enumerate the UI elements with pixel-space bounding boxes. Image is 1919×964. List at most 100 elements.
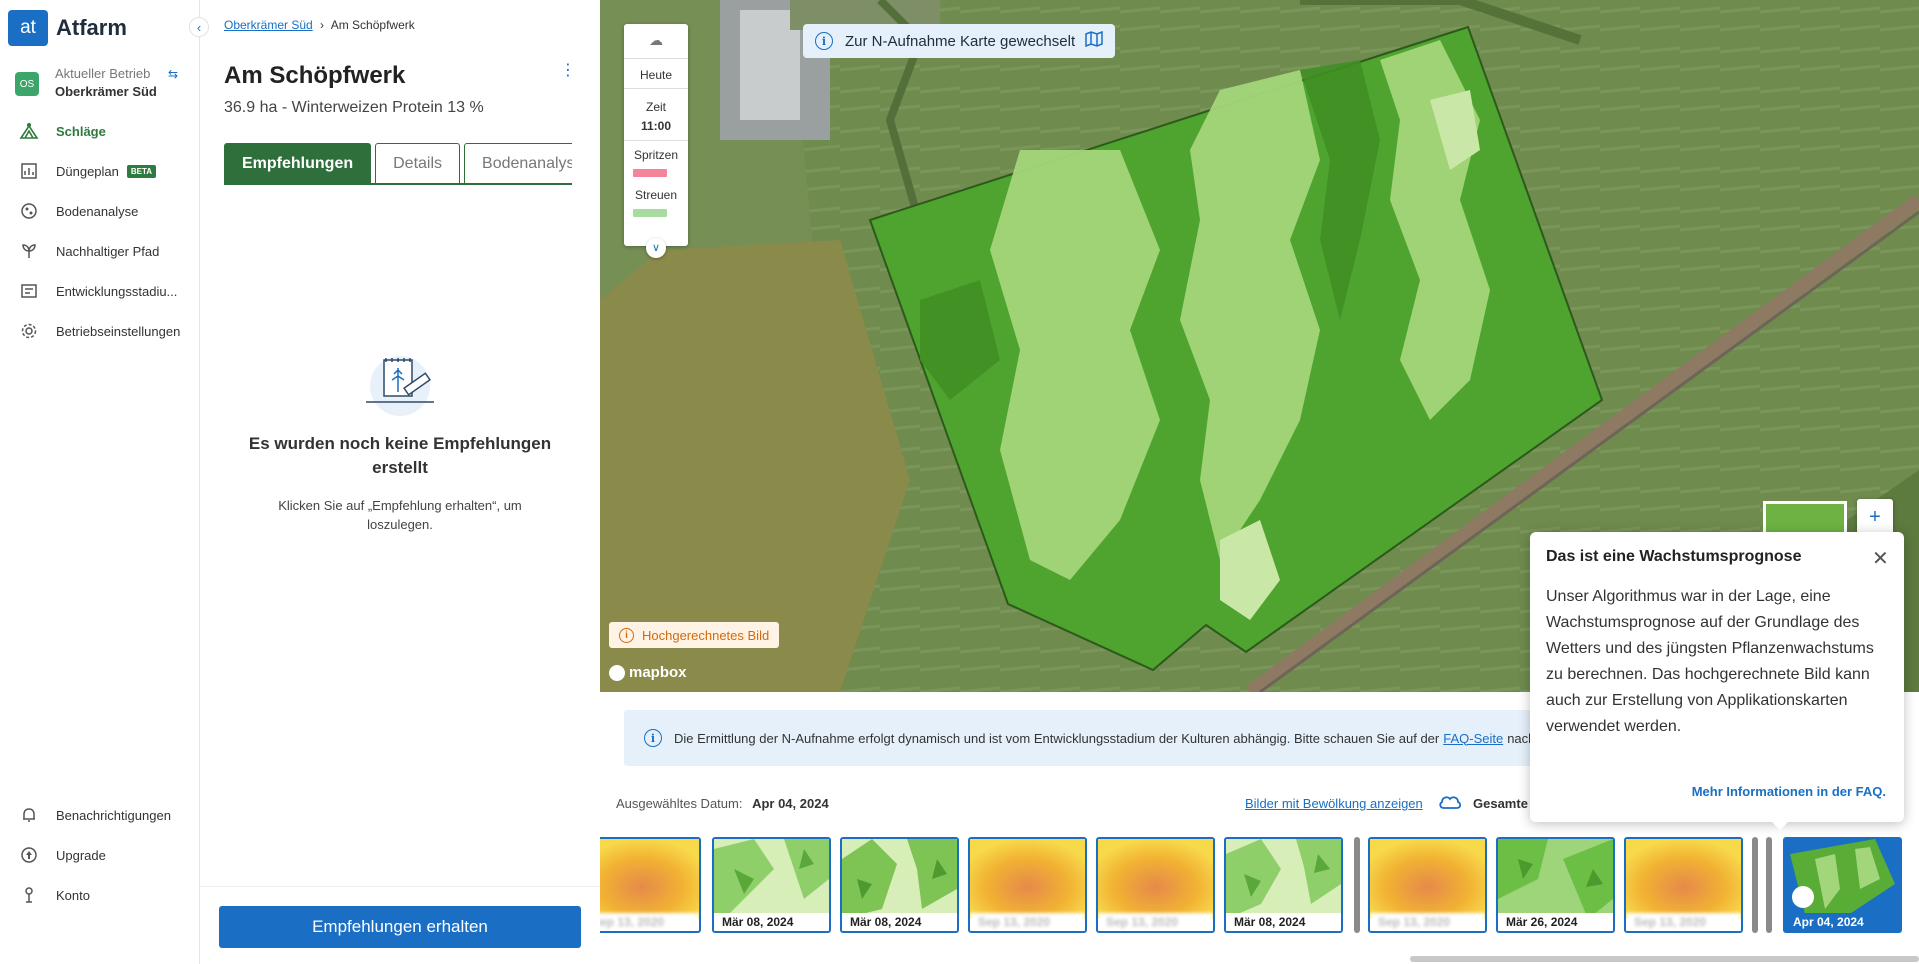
tab-bodenanalyse[interactable]: Bodenanalyse [464,143,572,183]
sidebar-item-duengeplan[interactable]: Düngeplan BETA [0,151,200,191]
legend-divider [624,58,688,59]
farm-badge: OS [15,72,39,96]
chart-icon [18,160,40,182]
beta-badge: BETA [126,164,157,178]
warning-icon: i [619,627,634,643]
popover-arrow [1770,820,1790,830]
legend-today: Heute [639,68,673,82]
mapbox-logo-icon [609,664,625,681]
info-banner-text: Die Ermittlung der N-Aufnahme erfolgt dy… [674,730,1440,746]
thumbnail-date: Sep 13, 2020 [1626,913,1741,931]
sidebar-item-label: Bodenanalyse [56,203,139,219]
timeline-divider [1354,837,1360,933]
image-thumbnail[interactable]: Mär 08, 2024 [840,837,959,933]
sidebar-item-entwicklungsstadium[interactable]: Entwicklungsstadiu... [0,271,200,311]
sidebar-item-benachrichtigungen[interactable]: Benachrichtigungen [0,795,200,835]
sidebar-item-label: Entwicklungsstadiu... [56,283,178,299]
projected-image-label: Hochgerechnetes Bild [642,627,770,643]
tab-empfehlungen[interactable]: Empfehlungen [224,143,372,183]
thumbnail-date: Apr 04, 2024 [1785,913,1900,931]
mapbox-attribution[interactable]: mapbox [609,664,687,681]
sidebar-item-schlaege[interactable]: Schläge [0,111,200,151]
tab-details[interactable]: Details [375,143,461,183]
map-icon[interactable] [1085,30,1103,52]
thumbnail-image [842,839,957,919]
account-icon [18,884,40,906]
legend-time-value: 11:00 [640,119,672,133]
cloud-toggle-icon[interactable] [1438,793,1462,811]
timeline-divider [1766,837,1772,933]
image-thumbnail[interactable]: Sep 13, 2020 [1368,837,1487,933]
legend-expand-button[interactable]: ∨ [646,238,666,258]
breadcrumb: Oberkrämer Süd › Am Schöpfwerk [224,18,415,32]
image-thumbnail[interactable]: Mär 08, 2024 [1224,837,1343,933]
close-icon[interactable]: ✕ [1872,546,1889,571]
thumbnail-image [1626,839,1741,919]
sidebar-item-label: Nachhaltiger Pfad [56,243,160,259]
map-switch-banner: i Zur N-Aufnahme Karte gewechselt [803,24,1115,58]
bottom-nav: Benachrichtigungen Upgrade Konto [0,795,200,915]
legend-divider [624,140,688,141]
image-thumbnail[interactable]: Sep 13, 2020 [600,837,701,933]
sidebar-item-upgrade[interactable]: Upgrade [0,835,200,875]
sidebar-item-betriebseinstellungen[interactable]: Betriebseinstellungen [0,311,200,351]
thumbnail-date: Mär 08, 2024 [1226,913,1341,931]
sprout-icon [18,240,40,262]
page-title: Am Schöpfwerk [224,62,406,89]
image-thumbnail[interactable]: Sep 13, 2020 [1624,837,1743,933]
thumbnail-image [1498,839,1613,919]
logo[interactable]: at Atfarm [8,10,127,46]
main-nav: Schläge Düngeplan BETA Bodenanalyse Nach… [0,111,200,351]
more-options-icon[interactable]: ⋮ [560,63,576,88]
sidebar-item-bodenanalyse[interactable]: Bodenanalyse [0,191,200,231]
fields-icon [18,120,40,142]
popover-body: Unser Algorithmus war in der Lage, eine … [1546,588,1874,735]
info-icon: i [815,32,833,50]
legend-divider [624,88,688,89]
image-thumbnail[interactable]: Sep 13, 2020 [968,837,1087,933]
tab-bar: Empfehlungen Details Bodenanalyse [224,143,572,185]
map-legend: ☁ Heute Zeit 11:00 Spritzen Streuen ∨ [624,24,688,258]
panel-footer: Empfehlungen erhalten [200,886,600,964]
thumbnail-date: Mär 08, 2024 [842,913,957,931]
image-thumbnail[interactable]: Mär 26, 2024 [1496,837,1615,933]
sidebar-item-nachhaltiger-pfad[interactable]: Nachhaltiger Pfad [0,231,200,271]
thumbnail-date: Sep 13, 2020 [1098,913,1213,931]
app-name: Atfarm [56,15,127,40]
get-recommendations-button[interactable]: Empfehlungen erhalten [219,906,581,948]
mapbox-label: mapbox [629,664,687,681]
empty-state-title: Es wurden noch keine Empfehlungen erstel… [248,434,552,477]
selected-date-label: Ausgewähltes Datum: [616,796,743,811]
image-thumbnail[interactable]: Sep 13, 2020 [1096,837,1215,933]
faq-link[interactable]: FAQ-Seite [1443,731,1503,746]
sidebar-item-konto[interactable]: Konto [0,875,200,915]
image-thumbnail[interactable]: Mär 08, 2024 [712,837,831,933]
thumbnail-date: Sep 13, 2020 [970,913,1085,931]
thumbnail-date: Mär 26, 2024 [1498,913,1613,931]
sidebar: at Atfarm OS Aktueller Betrieb Oberkräme… [0,0,200,964]
logo-mark: at [8,10,48,46]
faq-more-info-link[interactable]: Mehr Informationen in der FAQ. [1692,784,1886,799]
chevron-left-icon: ‹ [196,19,202,35]
timeline-scrollbar[interactable] [1410,956,1919,962]
field-panel: Oberkrämer Süd › Am Schöpfwerk Am Schöpf… [200,0,600,964]
zoom-in-button[interactable]: + [1857,499,1893,535]
growth-forecast-popover: Das ist eine Wachstumsprognose ✕ Unser A… [1530,532,1904,830]
collapse-sidebar-button[interactable]: ‹ [189,17,209,37]
upgrade-icon [18,844,40,866]
breadcrumb-current: Am Schöpfwerk [330,18,415,32]
breadcrumb-separator: › [320,18,325,32]
app-root: at Atfarm OS Aktueller Betrieb Oberkräme… [0,0,1919,964]
image-thumbnail-strip[interactable]: Sep 13, 2020 Mär 08, 2024 Mär 08, 2024 S… [600,837,1919,937]
show-cloudy-images-link[interactable]: Bilder mit Bewölkung anzeigen [1245,796,1423,811]
map-switch-text: Zur N-Aufnahme Karte gewechselt [845,32,1076,50]
sidebar-item-label: Konto [56,887,90,903]
breadcrumb-link[interactable]: Oberkrämer Süd [224,18,313,32]
sidebar-item-label: Schläge [56,123,106,139]
switch-farm-icon[interactable]: ⇆ [168,67,178,81]
legend-spread-swatch [633,209,667,217]
image-thumbnail-selected[interactable]: Apr 04, 2024 [1783,837,1902,933]
empty-state-text: Klicken Sie auf „Empfehlung erhalten“, u… [278,498,522,532]
field-subtitle: 36.9 ha - Winterweizen Protein 13 % [224,99,484,116]
empty-state-illustration [356,346,444,416]
